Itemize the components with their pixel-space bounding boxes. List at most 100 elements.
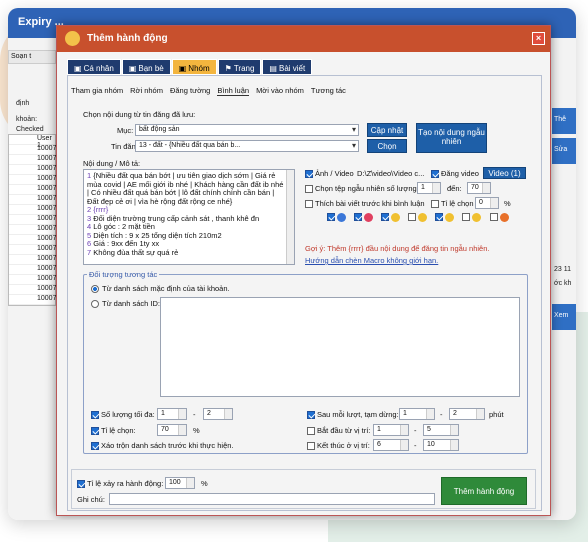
tab-nhom[interactable]: ▣ Nhóm [171,59,217,75]
choose-ratio-option[interactable]: Tỉ lệ chọn [431,199,474,209]
pause-checkbox[interactable] [307,411,315,420]
post-video-checkbox[interactable] [431,170,439,179]
list-item[interactable]: 10007 [9,275,56,285]
list-item[interactable]: 10007 [9,205,56,215]
subtab-dang-tuong[interactable]: Đăng tường [170,86,210,96]
haha-icon [391,212,401,222]
list-item[interactable]: 10007 [9,155,56,165]
pause-option[interactable]: Sau mỗi lượt, tạm dừng: [307,410,399,420]
list-item[interactable]: 10007 [9,255,56,265]
percent-label: % [504,199,511,208]
tab-label: Nhóm [188,64,210,73]
video-path-text: D:\Z\video\Video c... [357,169,425,178]
random-file-option[interactable]: Chọn tệp ngẫu nhiên số lượng [305,184,417,194]
background-view-button[interactable]: Xem [552,304,576,330]
subtab-binh-luan[interactable]: Bình luận [217,86,250,96]
random-content-button[interactable]: Tạo nội dung ngẫu nhiên [416,123,487,153]
list-item[interactable]: 10007 [9,285,56,295]
random-file-from-input[interactable]: 1 [417,182,441,194]
max-count-option[interactable]: Số lượng tối đa: [91,410,155,420]
list-item[interactable]: 10007 [9,295,56,305]
background-add-button[interactable]: Thê [552,108,576,134]
start-pos-to-input[interactable]: 5 [423,424,459,436]
select-ratio-checkbox[interactable] [91,427,99,436]
subtab-moi-vao-nhom[interactable]: Mời vào nhóm [256,86,304,96]
radio-button[interactable] [91,285,99,294]
id-list-textarea[interactable] [160,297,520,397]
reaction-checkbox[interactable] [408,213,417,222]
action-ratio-option[interactable]: Tỉ lệ xảy ra hành động: [77,479,163,489]
select-ratio-option[interactable]: Tỉ lệ chọn: [91,426,136,436]
choose-ratio-input[interactable]: 0 [475,197,499,209]
start-pos-label: Bắt đầu từ vị trí: [317,426,371,435]
random-file-to-input[interactable]: 70 [467,182,491,194]
video-button[interactable]: Video (1) [483,167,526,179]
list-item[interactable]: 10007 [9,245,56,255]
list-item[interactable]: 10007 [9,175,56,185]
background-toolbar-button[interactable]: Soạn t [8,50,56,64]
list-item[interactable]: 10007 [9,185,56,195]
max-count-to-input[interactable]: 2 [203,408,233,420]
shuffle-option[interactable]: Xáo trộn danh sách trước khi thực hiện. [91,441,234,451]
end-pos-option[interactable]: Kết thúc ở vị trí: [307,441,370,451]
list-item[interactable]: User 1 [9,135,55,149]
list-item[interactable]: 10007 [9,235,56,245]
reaction-checkbox[interactable] [462,213,471,222]
list-item[interactable]: 10007 [9,215,56,225]
tab-bai-viet[interactable]: ▤ Bài viết [262,59,313,75]
note-input[interactable] [109,493,435,505]
macro-guide-link[interactable]: Hướng dẫn chèn Macro không giới hạn. [305,256,438,265]
pause-from-input[interactable]: 1 [399,408,435,420]
action-ratio-input[interactable]: 100 [165,477,195,489]
list-item[interactable]: 10007 [9,195,56,205]
background-edit-button[interactable]: Sửa [552,138,576,164]
list-item[interactable]: 10007 [9,265,56,275]
list-item[interactable]: 10007 [9,165,56,175]
like-before-comment-checkbox[interactable] [305,200,313,209]
tab-ban-be[interactable]: ▣ Bạn bè [121,59,171,75]
tin-dang-select[interactable]: 13 - đất - {Nhiều đất qua bán b... [135,140,359,152]
update-button[interactable]: Cập nhật [367,123,407,137]
like-before-comment-option[interactable]: Thích bài viết trước khi bình luận [305,199,425,209]
post-video-option[interactable]: Đăng video [431,169,479,179]
subtab-roi-nhom[interactable]: Rời nhóm [130,86,163,96]
id-list-radio[interactable]: Từ danh sách ID: [91,299,160,309]
list-item[interactable]: 10007 [9,225,56,235]
range-dash: - [414,426,417,435]
image-video-option[interactable]: Ảnh / Video [305,169,354,179]
end-pos-checkbox[interactable] [307,442,315,451]
muc-select[interactable]: bất động sản [135,124,359,136]
close-button[interactable]: × [532,32,545,45]
reaction-checkbox[interactable] [327,213,335,222]
start-pos-from-input[interactable]: 1 [373,424,409,436]
image-video-checkbox[interactable] [305,170,313,179]
pause-to-input[interactable]: 2 [449,408,485,420]
max-count-checkbox[interactable] [91,411,99,420]
default-list-radio[interactable]: Từ danh sách mặc định của tài khoản. [91,284,230,294]
choose-button[interactable]: Chọn [367,139,407,153]
tab-ca-nhan[interactable]: ▣ Cá nhân [67,59,121,75]
end-pos-from-input[interactable]: 6 [373,439,409,451]
tab-trang[interactable]: ⚑ Trang [217,59,262,75]
max-count-from-input[interactable]: 1 [157,408,187,420]
random-file-checkbox[interactable] [305,185,313,194]
action-ratio-checkbox[interactable] [77,480,85,489]
start-pos-checkbox[interactable] [307,427,315,436]
select-ratio-input[interactable]: 70 [157,424,187,436]
radio-button[interactable] [91,300,99,309]
reaction-checkbox[interactable] [354,213,363,222]
reaction-checkbox[interactable] [381,213,390,222]
end-pos-to-input[interactable]: 10 [423,439,459,451]
content-textarea[interactable]: 1 {Nhiều đất qua bán bớt | ưu tiên giao … [83,169,295,265]
list-item[interactable]: 10007 [9,145,56,155]
start-pos-option[interactable]: Bắt đầu từ vị trí: [307,426,371,436]
reaction-checkbox[interactable] [489,213,498,222]
add-action-button[interactable]: Thêm hành động [441,477,527,505]
textarea-scrollbar[interactable] [286,170,294,264]
subtab-tham-gia-nhom[interactable]: Tham gia nhóm [71,86,123,96]
shuffle-checkbox[interactable] [91,442,99,451]
choose-ratio-checkbox[interactable] [431,200,439,209]
flag-icon: ⚑ [224,64,232,73]
subtab-tuong-tac[interactable]: Tương tác [311,86,346,96]
reaction-checkbox[interactable] [435,213,444,222]
